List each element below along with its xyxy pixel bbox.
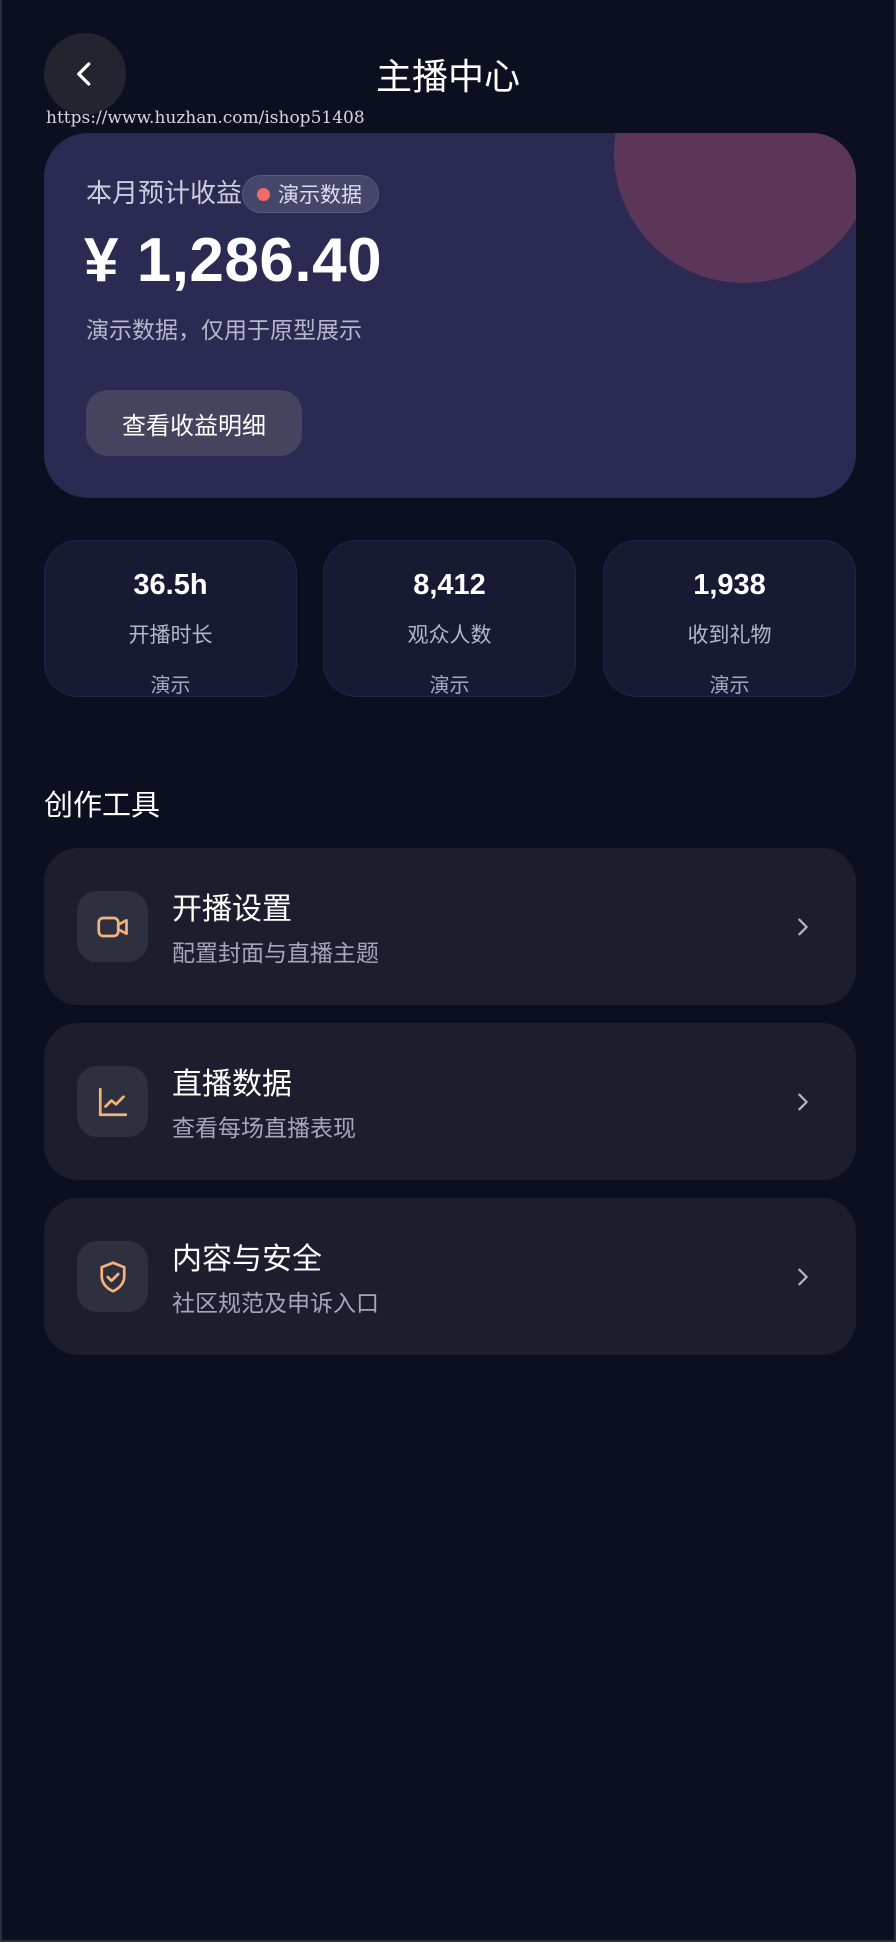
decorative-circle [614, 133, 856, 283]
chevron-right-icon [788, 1260, 818, 1294]
tool-icon-box [77, 1241, 148, 1312]
stat-value: 36.5h [133, 569, 208, 601]
stat-value: 1,938 [693, 569, 766, 601]
stat-label: 观众人数 [407, 623, 492, 647]
tool-subtitle: 查看每场直播表现 [172, 1116, 356, 1142]
earnings-amount: ¥ 1,286.40 [84, 226, 383, 295]
stat-label: 开播时长 [128, 623, 213, 647]
stat-card-duration: 36.5h 开播时长 演示 [44, 540, 297, 697]
tool-title: 开播设置 [172, 892, 292, 927]
video-camera-icon [96, 916, 128, 937]
stat-value: 8,412 [413, 569, 486, 601]
stats-row: 36.5h 开播时长 演示 8,412 观众人数 演示 1,938 收到礼物 演… [44, 540, 856, 697]
demo-badge-label: 演示数据 [278, 183, 362, 207]
tool-subtitle: 配置封面与直播主题 [172, 941, 379, 967]
tool-item-stream-settings[interactable]: 开播设置 配置封面与直播主题 [44, 848, 856, 1005]
status-dot-icon [257, 187, 270, 201]
demo-badge: 演示数据 [242, 175, 379, 213]
earnings-label: 本月预计收益 [86, 179, 243, 209]
tool-item-content-safety[interactable]: 内容与安全 社区规范及申诉入口 [44, 1198, 856, 1355]
shield-check-icon [99, 1260, 126, 1293]
stat-tag: 演示 [150, 673, 191, 697]
earnings-note: 演示数据，仅用于原型展示 [86, 318, 362, 344]
header: 主播中心 https://www.huzhan.com/ishop51408 [2, 0, 894, 132]
tool-icon-box [77, 891, 148, 962]
tool-item-live-data[interactable]: 直播数据 查看每场直播表现 [44, 1023, 856, 1180]
chevron-right-icon [788, 1085, 818, 1119]
page-title: 主播中心 [375, 57, 520, 98]
section-title-tools: 创作工具 [44, 788, 161, 822]
chevron-right-icon [788, 910, 818, 944]
tool-title: 内容与安全 [172, 1242, 322, 1277]
stat-label: 收到礼物 [687, 623, 772, 647]
watermark-url: https://www.huzhan.com/ishop51408 [46, 108, 365, 128]
stat-card-gifts: 1,938 收到礼物 演示 [603, 540, 856, 697]
stat-tag: 演示 [429, 673, 470, 697]
tool-icon-box [77, 1066, 148, 1137]
app-page: 主播中心 https://www.huzhan.com/ishop51408 本… [0, 0, 896, 1942]
tool-subtitle: 社区规范及申诉入口 [172, 1291, 379, 1317]
line-chart-icon [98, 1087, 127, 1116]
stat-tag: 演示 [709, 673, 750, 697]
view-earnings-detail-button[interactable]: 查看收益明细 [86, 390, 302, 456]
stat-card-viewers: 8,412 观众人数 演示 [323, 540, 576, 697]
earnings-card: 本月预计收益 演示数据 ¥ 1,286.40 演示数据，仅用于原型展示 查看收益… [44, 133, 856, 498]
tool-title: 直播数据 [172, 1067, 292, 1102]
